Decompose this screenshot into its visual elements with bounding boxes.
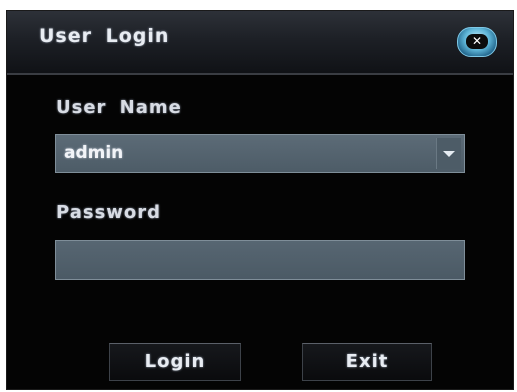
password-label: Password <box>56 202 162 223</box>
chevron-down-icon[interactable] <box>436 138 461 169</box>
dialog-title-bar: User Login ✕ <box>7 11 513 75</box>
dialog-title: User Login <box>39 25 170 47</box>
username-label: User Name <box>56 97 182 118</box>
login-button[interactable]: Login <box>109 343 241 381</box>
close-button[interactable]: ✕ <box>457 27 497 57</box>
username-value: admin <box>64 143 124 163</box>
close-icon: ✕ <box>466 34 488 49</box>
login-dialog: User Login ✕ User Name admin Password Lo… <box>6 10 514 390</box>
username-select[interactable]: admin <box>55 134 465 173</box>
exit-button[interactable]: Exit <box>302 343 432 381</box>
password-field[interactable] <box>55 240 465 280</box>
